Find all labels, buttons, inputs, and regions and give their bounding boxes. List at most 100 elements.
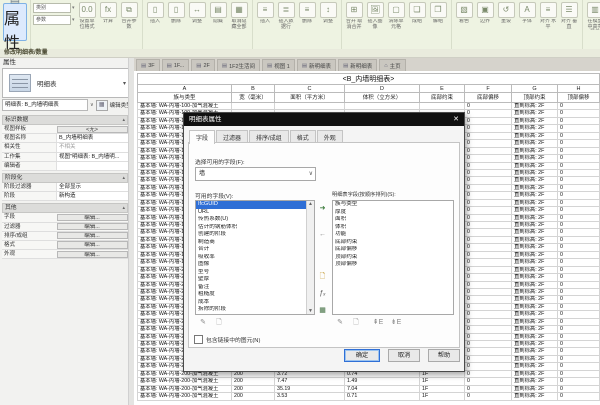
delete-available-icon[interactable]: 🗋 [213,318,225,328]
resize-column-button[interactable]: ↔调整 [188,2,207,30]
dialog-tab-字段[interactable]: 字段 [189,130,215,144]
scheduled-field-item[interactable]: 底部偏移 [333,246,453,254]
edit-scheduled-icon[interactable]: ✎ [334,318,346,328]
delete-scheduled-icon[interactable]: 🗋 [350,318,362,328]
font-button[interactable]: A字体 [518,2,537,30]
collapse-icon[interactable]: ▴ [122,116,125,124]
scheduled-field-item[interactable]: 族与类型 [333,201,453,209]
table-row[interactable]: 基本墙: WA-内墙-200-加气混凝土2003.530.711F0直到标高: … [137,393,600,400]
collapse-icon[interactable]: ▴ [122,204,125,212]
hide-column-button[interactable]: ▤隐藏 [209,2,228,30]
insert-image-button[interactable]: 🖼插入图像 [366,2,385,30]
scheduled-field-item[interactable]: 底部约束 [333,239,453,247]
insert-data-row-button[interactable]: ≣插入数据行 [277,2,296,30]
add-parameter-icon[interactable]: ➜ [316,203,329,214]
category-select[interactable]: 墙 ∨ [195,167,316,181]
available-field-item[interactable]: 合计 [196,246,314,254]
include-linked-elements-checkbox[interactable]: 包含链接中的图元(N) [194,335,260,344]
category-combo[interactable]: 类别▾ [33,3,75,13]
highlight-in-model-button[interactable]: ▥在模型中高亮显示 [586,2,600,30]
property-value[interactable]: <无> [57,126,128,133]
available-field-item[interactable]: 制造商 [196,239,314,247]
ungroup-button[interactable]: ❐解组 [429,2,448,30]
available-field-item[interactable]: 壁厚 [196,276,314,284]
table-row[interactable]: 基本墙: WA-内墙-200-加气混凝土2007.471.491F0直到标高: … [137,378,600,385]
available-field-item[interactable]: 成本 [196,299,314,307]
dialog-title[interactable]: 明细表属性 ✕ [184,113,464,126]
combine-parameters-button[interactable]: ⧉合并参数 [120,2,139,30]
available-field-item[interactable]: URL [196,209,314,217]
align-vertical-button[interactable]: ☰对齐 垂直 [560,2,579,30]
available-field-item[interactable]: 传热系数(U) [196,216,314,224]
scheduled-fields-list[interactable]: 族与类型厚度面积体积功能底部约束底部偏移顶部约束顶部偏移 [332,200,454,315]
insert-column-button[interactable]: ▯插入 [146,2,165,30]
available-field-item[interactable]: 型号 [196,269,314,277]
shading-button[interactable]: ▧着色 [455,2,474,30]
property-value[interactable]: 编辑... [57,251,128,258]
type-selector[interactable]: 明细表 ▾ [2,68,130,98]
reset-button[interactable]: ↺重设 [497,2,516,30]
table-row[interactable]: 基本墙: WA-内墙-200-加气混凝土20035.197.041F0直到标高:… [137,386,600,393]
unhide-all-button[interactable]: ▦取消隐藏全部 [230,2,249,30]
remove-parameter-icon[interactable]: ← [316,229,329,240]
delete-column-button[interactable]: ▯删除 [167,2,186,30]
list-scrollbar[interactable]: ▲▼ [306,201,314,314]
available-field-item[interactable]: 创建的阶段 [196,231,314,239]
properties-button[interactable]: ▤属性 [3,3,27,41]
available-field-item[interactable]: 图像 [196,261,314,269]
scheduled-field-item[interactable]: 体积 [333,224,453,232]
section-header[interactable]: 阶段化▴ [2,173,128,183]
close-icon[interactable]: ✕ [448,113,464,126]
scheduled-field-item[interactable]: 面积 [333,216,453,224]
calculated-button[interactable]: fx计算 [99,2,118,30]
view-tab[interactable]: ▤新明细表 [297,59,336,71]
view-tab[interactable]: ▤2F [191,59,215,71]
collapse-icon[interactable]: ▴ [122,174,125,182]
scheduled-field-item[interactable]: 顶部偏移 [333,261,453,269]
available-field-item[interactable]: IfcGUID [196,201,314,209]
available-field-item[interactable]: 备注 [196,284,314,292]
available-fields-list[interactable]: ▲▼ IfcGUIDURL传热系数(U)估计的钢筋体积创建的阶段制造商合计吸收率… [195,200,315,315]
help-button[interactable]: 帮助 [428,349,460,362]
move-up-icon[interactable]: ⇞E [372,318,384,328]
property-value[interactable]: 编辑... [57,214,128,221]
parameter-combo[interactable]: 参数▾ [33,15,75,25]
available-field-item[interactable]: 估计的钢筋体积 [196,224,314,232]
calculated-value-icon[interactable]: ƒₓ [316,288,329,299]
scheduled-field-item[interactable]: 厚度 [333,209,453,217]
format-unit-button[interactable]: 0.0设置单位格式 [78,2,97,30]
ok-button[interactable]: 确定 [344,349,380,362]
move-down-icon[interactable]: ⇟E [390,318,402,328]
section-header[interactable]: 标识数据▴ [2,115,128,125]
property-value[interactable]: 编辑... [57,232,128,239]
view-tab[interactable]: ▤视图 1 [262,59,295,71]
available-field-item[interactable]: 拆除的阶段 [196,306,314,314]
view-tab[interactable]: ▤1F2生活间 [217,59,260,71]
edit-type-icon[interactable]: ▦ [96,100,108,111]
group-button[interactable]: ❏成组 [408,2,427,30]
clear-cell-button[interactable]: ▢清除单元格 [387,2,406,30]
property-value[interactable]: 编辑... [57,223,128,230]
view-tab[interactable]: ▤3F [136,59,160,71]
combine-parameters-icon[interactable]: ▦ [316,305,329,316]
resize-row-button[interactable]: ↕调整 [319,2,338,30]
borders-button[interactable]: ▣边界 [476,2,495,30]
property-value[interactable]: 编辑... [57,241,128,248]
view-tab[interactable]: ▤新明细表 [338,59,377,71]
insert-row-button[interactable]: ≡插入 [256,2,275,30]
scheduled-field-item[interactable]: 顶部约束 [333,254,453,262]
edit-available-icon[interactable]: ✎ [197,318,209,328]
instance-selector[interactable]: 明细表: B_内墙明细表 [2,99,88,111]
table-row[interactable]: 基本墙: WA-内墙-100-加气混凝土0直到标高: 2F0 [137,103,600,110]
section-header[interactable]: 其他▴ [2,203,128,213]
available-field-item[interactable]: 粗糙度 [196,291,314,299]
merge-unmerge-button[interactable]: ⊞合并 取消合并 [345,2,364,30]
view-tab[interactable]: ⌂主页 [379,59,405,71]
delete-row-button[interactable]: ≡删除 [298,2,317,30]
view-tab[interactable]: ▤1F... [162,59,190,71]
new-parameter-icon[interactable]: 🗋 [316,271,329,282]
scheduled-field-item[interactable]: 功能 [333,231,453,239]
align-horizontal-button[interactable]: ≡对齐 水平 [539,2,558,30]
available-field-item[interactable]: 吸收率 [196,254,314,262]
cancel-button[interactable]: 取消 [388,349,420,362]
